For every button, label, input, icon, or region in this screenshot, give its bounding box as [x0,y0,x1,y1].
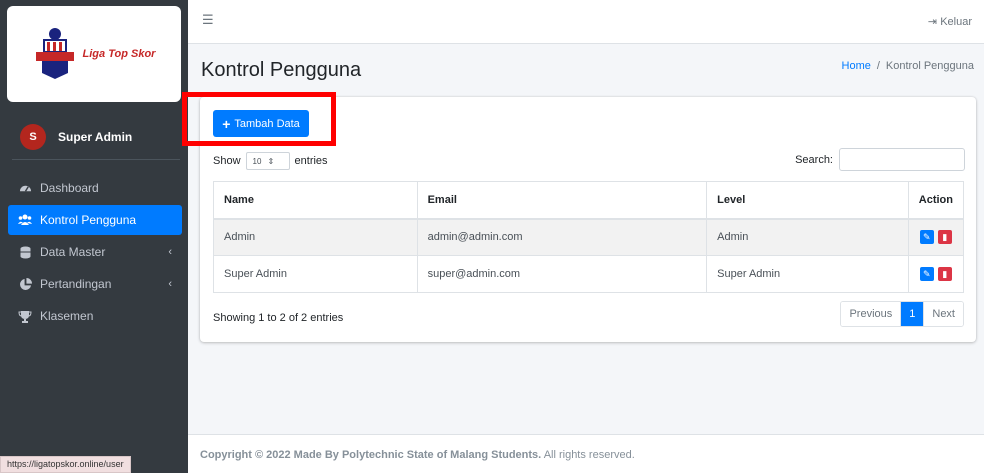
entries-length: Show 10 ⇕ entries [213,152,328,170]
logout-label: Keluar [940,16,972,28]
sidebar-item-pertandingan[interactable]: Pertandingan ‹ [8,269,182,299]
column-header-email[interactable]: Email [416,181,708,220]
column-header-level[interactable]: Level [706,181,909,220]
user-panel[interactable]: S Super Admin [12,114,180,160]
users-table: Name Email Level Action Admin admin@admi… [213,181,965,293]
sidebar-item-dashboard[interactable]: Dashboard [8,173,182,203]
breadcrumb-separator: / [876,60,880,72]
breadcrumb-current: Kontrol Pengguna [885,60,974,72]
chevron-left-icon: ‹ [168,246,172,258]
delete-button[interactable]: ▮ [937,230,952,245]
column-header-action: Action [907,181,965,220]
footer-copyright: Copyright © 2022 Made By Polytechnic Sta… [200,449,542,461]
sidebar-item-label: Klasemen [40,309,94,323]
pagination-previous[interactable]: Previous [841,302,901,326]
topbar: ☰ ⇥ Keluar [188,0,984,44]
search-input[interactable] [839,148,965,171]
sidebar-item-kontrol-pengguna[interactable]: Kontrol Pengguna [8,205,182,235]
chevron-left-icon: ‹ [168,278,172,290]
breadcrumb-home[interactable]: Home [842,60,871,72]
pagination: Previous 1 Next [840,301,964,327]
cell-email: super@admin.com [416,255,708,293]
sidebar-nav: Dashboard Kontrol Pengguna Data Master ‹… [8,173,182,333]
edit-icon: ✎ [922,231,931,242]
search-label: Search: [795,153,833,166]
database-icon [18,245,32,259]
sidebar-item-label: Kontrol Pengguna [40,213,137,227]
users-icon [18,213,32,227]
pagination-page-1[interactable]: 1 [900,302,924,326]
pie-chart-icon [18,277,32,291]
cell-level: Admin [706,218,909,256]
user-name[interactable]: Super Admin [58,130,132,144]
search-filter: Search: [795,148,965,171]
sidebar-item-data-master[interactable]: Data Master ‹ [8,237,182,267]
sidebar-item-klasemen[interactable]: Klasemen [8,301,182,331]
entries-value: 10 [252,156,262,166]
edit-button[interactable]: ✎ [919,267,934,281]
page-title: Kontrol Pengguna [201,59,362,81]
dashboard-icon [18,181,32,195]
pagination-next[interactable]: Next [923,302,963,326]
brand-name: Liga Top Skor [82,48,156,60]
select-arrows-icon: ⇕ [267,156,275,166]
cell-action: ✎ ▮ [907,218,965,256]
logout-link[interactable]: ⇥ Keluar [928,15,972,28]
sidebar-item-label: Dashboard [40,181,99,195]
cell-level: Super Admin [706,255,909,293]
column-header-name[interactable]: Name [213,181,418,220]
sidebar-item-label: Data Master [40,245,106,259]
trash-icon: ▮ [942,231,948,242]
show-label: Show [213,155,241,167]
highlight-box [182,92,336,146]
delete-button[interactable]: ▮ [937,267,952,281]
sidebar: Liga Top Skor S Super Admin Dashboard Ko… [0,0,188,473]
sidebar-item-label: Pertandingan [40,277,112,291]
edit-icon: ✎ [922,268,931,279]
brand-link[interactable]: Liga Top Skor [7,6,181,102]
cell-name: Super Admin [213,255,418,293]
footer-rights: All rights reserved. [543,449,635,461]
trash-icon: ▮ [942,268,948,279]
cell-name: Admin [213,218,418,256]
edit-button[interactable]: ✎ [919,230,934,245]
cell-email: admin@admin.com [416,218,708,256]
status-bar-url: https://ligatopskor.online/user [0,456,131,473]
entries-select[interactable]: 10 ⇕ [245,152,290,170]
footer: Copyright © 2022 Made By Polytechnic Sta… [188,434,984,473]
trophy-icon [18,309,32,323]
cell-action: ✎ ▮ [907,255,965,293]
breadcrumb: Home / Kontrol Pengguna [842,60,974,72]
table-row: Super Admin super@admin.com Super Admin … [213,255,965,293]
sign-out-icon: ⇥ [927,16,938,28]
table-row: Admin admin@admin.com Admin ✎ ▮ [213,218,965,256]
entries-label: entries [294,155,328,167]
table-info: Showing 1 to 2 of 2 entries [213,312,344,324]
table-header-row: Name Email Level Action [213,181,965,220]
liga-topskor-logo [33,27,77,81]
menu-toggle-icon[interactable]: ☰ [202,12,214,28]
avatar: S [20,123,46,150]
